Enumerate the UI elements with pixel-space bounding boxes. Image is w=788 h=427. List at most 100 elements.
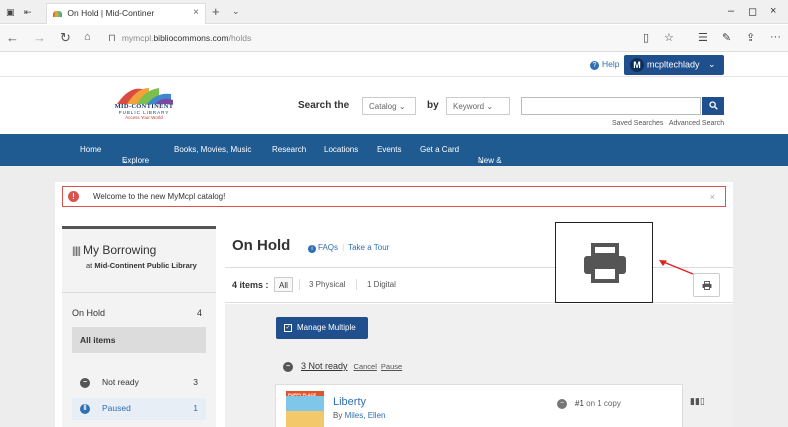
home-icon[interactable]: ⌂ xyxy=(84,31,91,43)
faqs-link[interactable]: i FAQs xyxy=(308,243,338,253)
keyword-select[interactable]: Keyword ⌄ xyxy=(446,97,510,115)
more-icon[interactable]: ··· xyxy=(770,31,781,43)
nav-locations[interactable]: Locations xyxy=(324,145,358,154)
sidebar-item-not-ready[interactable]: − Not ready 3 xyxy=(72,372,206,394)
alert-icon: ! xyxy=(68,191,79,202)
group-cancel-link[interactable]: Cancel xyxy=(354,362,377,371)
browser-tab-bar: ▣ ⇤ On Hold | Mid-Continer × + ⌄ – ◻ × xyxy=(0,0,788,24)
favorites-hub-icon[interactable]: ☰ xyxy=(698,31,708,44)
print-icon-callout xyxy=(555,222,653,303)
back-arrow-icon[interactable]: ← xyxy=(6,30,19,45)
pen-icon[interactable]: ✎ xyxy=(722,31,731,44)
not-ready-label: Not ready xyxy=(102,377,139,387)
lock-icon: ⊓ xyxy=(108,33,116,44)
printer-icon xyxy=(702,281,712,290)
filter-all[interactable]: All xyxy=(274,277,293,292)
chevron-down-icon: ⌄ xyxy=(486,102,494,111)
favorite-star-icon[interactable]: ☆ xyxy=(664,31,674,44)
book-cover[interactable]: PUPPY PLACE xyxy=(286,391,324,427)
browser-tab[interactable]: On Hold | Mid-Continer × xyxy=(46,3,206,24)
keyword-select-value: Keyword xyxy=(453,102,485,111)
paused-count: 1 xyxy=(193,403,198,413)
book-author: By Miles, Ellen xyxy=(333,411,385,420)
sidebar-title: ||||| My Borrowing xyxy=(72,243,156,257)
sidebar-item-all-items[interactable]: All items xyxy=(72,327,206,353)
sidebar-title-text: My Borrowing xyxy=(83,243,157,257)
restore-icon[interactable]: ◻ xyxy=(748,5,757,18)
url-field[interactable]: ⊓ mymcpl.bibliocommons.com/holds xyxy=(108,30,628,47)
not-ready-icon: − xyxy=(283,361,293,372)
tab-title: On Hold | Mid-Continer xyxy=(67,8,155,18)
main-navigation: Home Explore ⌄ Books, Movies, Music Rese… xyxy=(0,134,788,174)
page-title: On Hold xyxy=(232,237,291,254)
tab-list-chevron-icon[interactable]: ⌄ xyxy=(232,6,240,17)
at-label: at xyxy=(86,261,93,270)
url-prefix: mymcpl. xyxy=(121,33,154,43)
user-name: mcpltechlady xyxy=(647,59,700,70)
sidebar-item-on-hold[interactable]: On Hold 4 xyxy=(72,308,204,318)
group-title-link[interactable]: 3 Not ready xyxy=(301,361,348,371)
queue-text: on 1 copy xyxy=(586,399,621,409)
filter-physical[interactable]: 3 Physical xyxy=(305,277,349,292)
help-links: i FAQs | Take a Tour xyxy=(308,243,389,253)
catalog-select-value: Catalog xyxy=(369,102,397,111)
take-tour-link[interactable]: Take a Tour xyxy=(348,243,389,252)
library-logo[interactable]: MID-CONTINENT PUBLIC LIBRARY Access Your… xyxy=(104,82,184,128)
print-button[interactable] xyxy=(693,273,720,297)
advanced-search-link[interactable]: Advanced Search xyxy=(669,120,724,127)
nav-books-movies-music[interactable]: Books, Movies, Music xyxy=(174,145,251,154)
catalog-select[interactable]: Catalog ⌄ xyxy=(362,97,416,115)
welcome-message: Welcome to the new MyMcpl catalog! xyxy=(93,192,226,201)
cover-text: PUPPY PLACE xyxy=(288,392,317,397)
saved-searches-link[interactable]: Saved Searches xyxy=(612,120,663,127)
group-pause-link[interactable]: Pause xyxy=(381,362,402,371)
site-header: MID-CONTINENT PUBLIC LIBRARY Access Your… xyxy=(0,78,788,133)
nav-get-a-card[interactable]: Get a Card xyxy=(420,145,459,154)
tab-close-icon[interactable]: × xyxy=(193,7,199,18)
nav-research[interactable]: Research xyxy=(272,145,306,154)
nav-events[interactable]: Events xyxy=(377,145,401,154)
chevron-down-icon: ⌄ xyxy=(398,102,406,111)
sidebar-item-paused[interactable]: ‖ Paused 1 xyxy=(72,398,206,420)
link-separator: | xyxy=(342,243,345,252)
window-close-icon[interactable]: × xyxy=(770,5,776,17)
manage-multiple-label: Manage Multiple xyxy=(297,323,356,332)
on-hold-count: 4 xyxy=(196,308,202,318)
chevron-down-icon: ⌄ xyxy=(708,59,716,70)
forward-arrow-icon[interactable]: → xyxy=(33,30,46,45)
saved-search-links: Saved Searches Advanced Search xyxy=(612,120,724,127)
queue-status: − #1 on 1 copy xyxy=(557,399,621,409)
sidebar-top-rule xyxy=(62,226,216,229)
site-favicon-icon xyxy=(53,10,62,17)
new-tab-icon[interactable]: + xyxy=(212,4,220,19)
manage-multiple-button[interactable]: ✓ Manage Multiple xyxy=(276,317,368,339)
user-menu-button[interactable]: Mmcpltechlady ⌄ xyxy=(624,55,724,75)
chevron-down-icon: ⌄ xyxy=(122,156,129,165)
on-hold-label: On Hold xyxy=(72,308,106,318)
share-icon[interactable]: ⇪ xyxy=(746,31,755,44)
help-link[interactable]: ? Help xyxy=(590,59,619,70)
by-prefix: By xyxy=(333,411,343,420)
search-button[interactable] xyxy=(702,97,724,115)
book-format-icon: ▮▮▯ xyxy=(690,396,705,406)
alert-close-icon[interactable]: × xyxy=(710,192,715,202)
checkbox-icon: ✓ xyxy=(284,323,292,332)
barcode-icon: ||||| xyxy=(72,246,81,257)
queue-position: #1 xyxy=(575,399,584,409)
search-input[interactable] xyxy=(521,97,701,115)
info-icon: i xyxy=(308,245,316,253)
help-label: Help xyxy=(602,59,620,69)
reading-view-icon[interactable]: ▯ xyxy=(643,31,649,44)
tab-back-icon[interactable]: ⇤ xyxy=(24,7,32,18)
author-link[interactable]: Miles, Ellen xyxy=(345,411,386,420)
not-ready-icon: − xyxy=(80,378,90,388)
not-ready-count: 3 xyxy=(193,377,198,387)
logo-name: MID-CONTINENT xyxy=(114,103,174,110)
nav-home[interactable]: Home xyxy=(80,145,101,154)
filter-digital[interactable]: 1 Digital xyxy=(363,277,400,292)
not-ready-icon: − xyxy=(557,399,567,409)
refresh-icon[interactable]: ↻ xyxy=(60,30,71,46)
minimize-icon[interactable]: – xyxy=(728,5,734,17)
book-title-link[interactable]: Liberty xyxy=(333,396,366,408)
tab-actions-icon[interactable]: ▣ xyxy=(6,7,15,18)
